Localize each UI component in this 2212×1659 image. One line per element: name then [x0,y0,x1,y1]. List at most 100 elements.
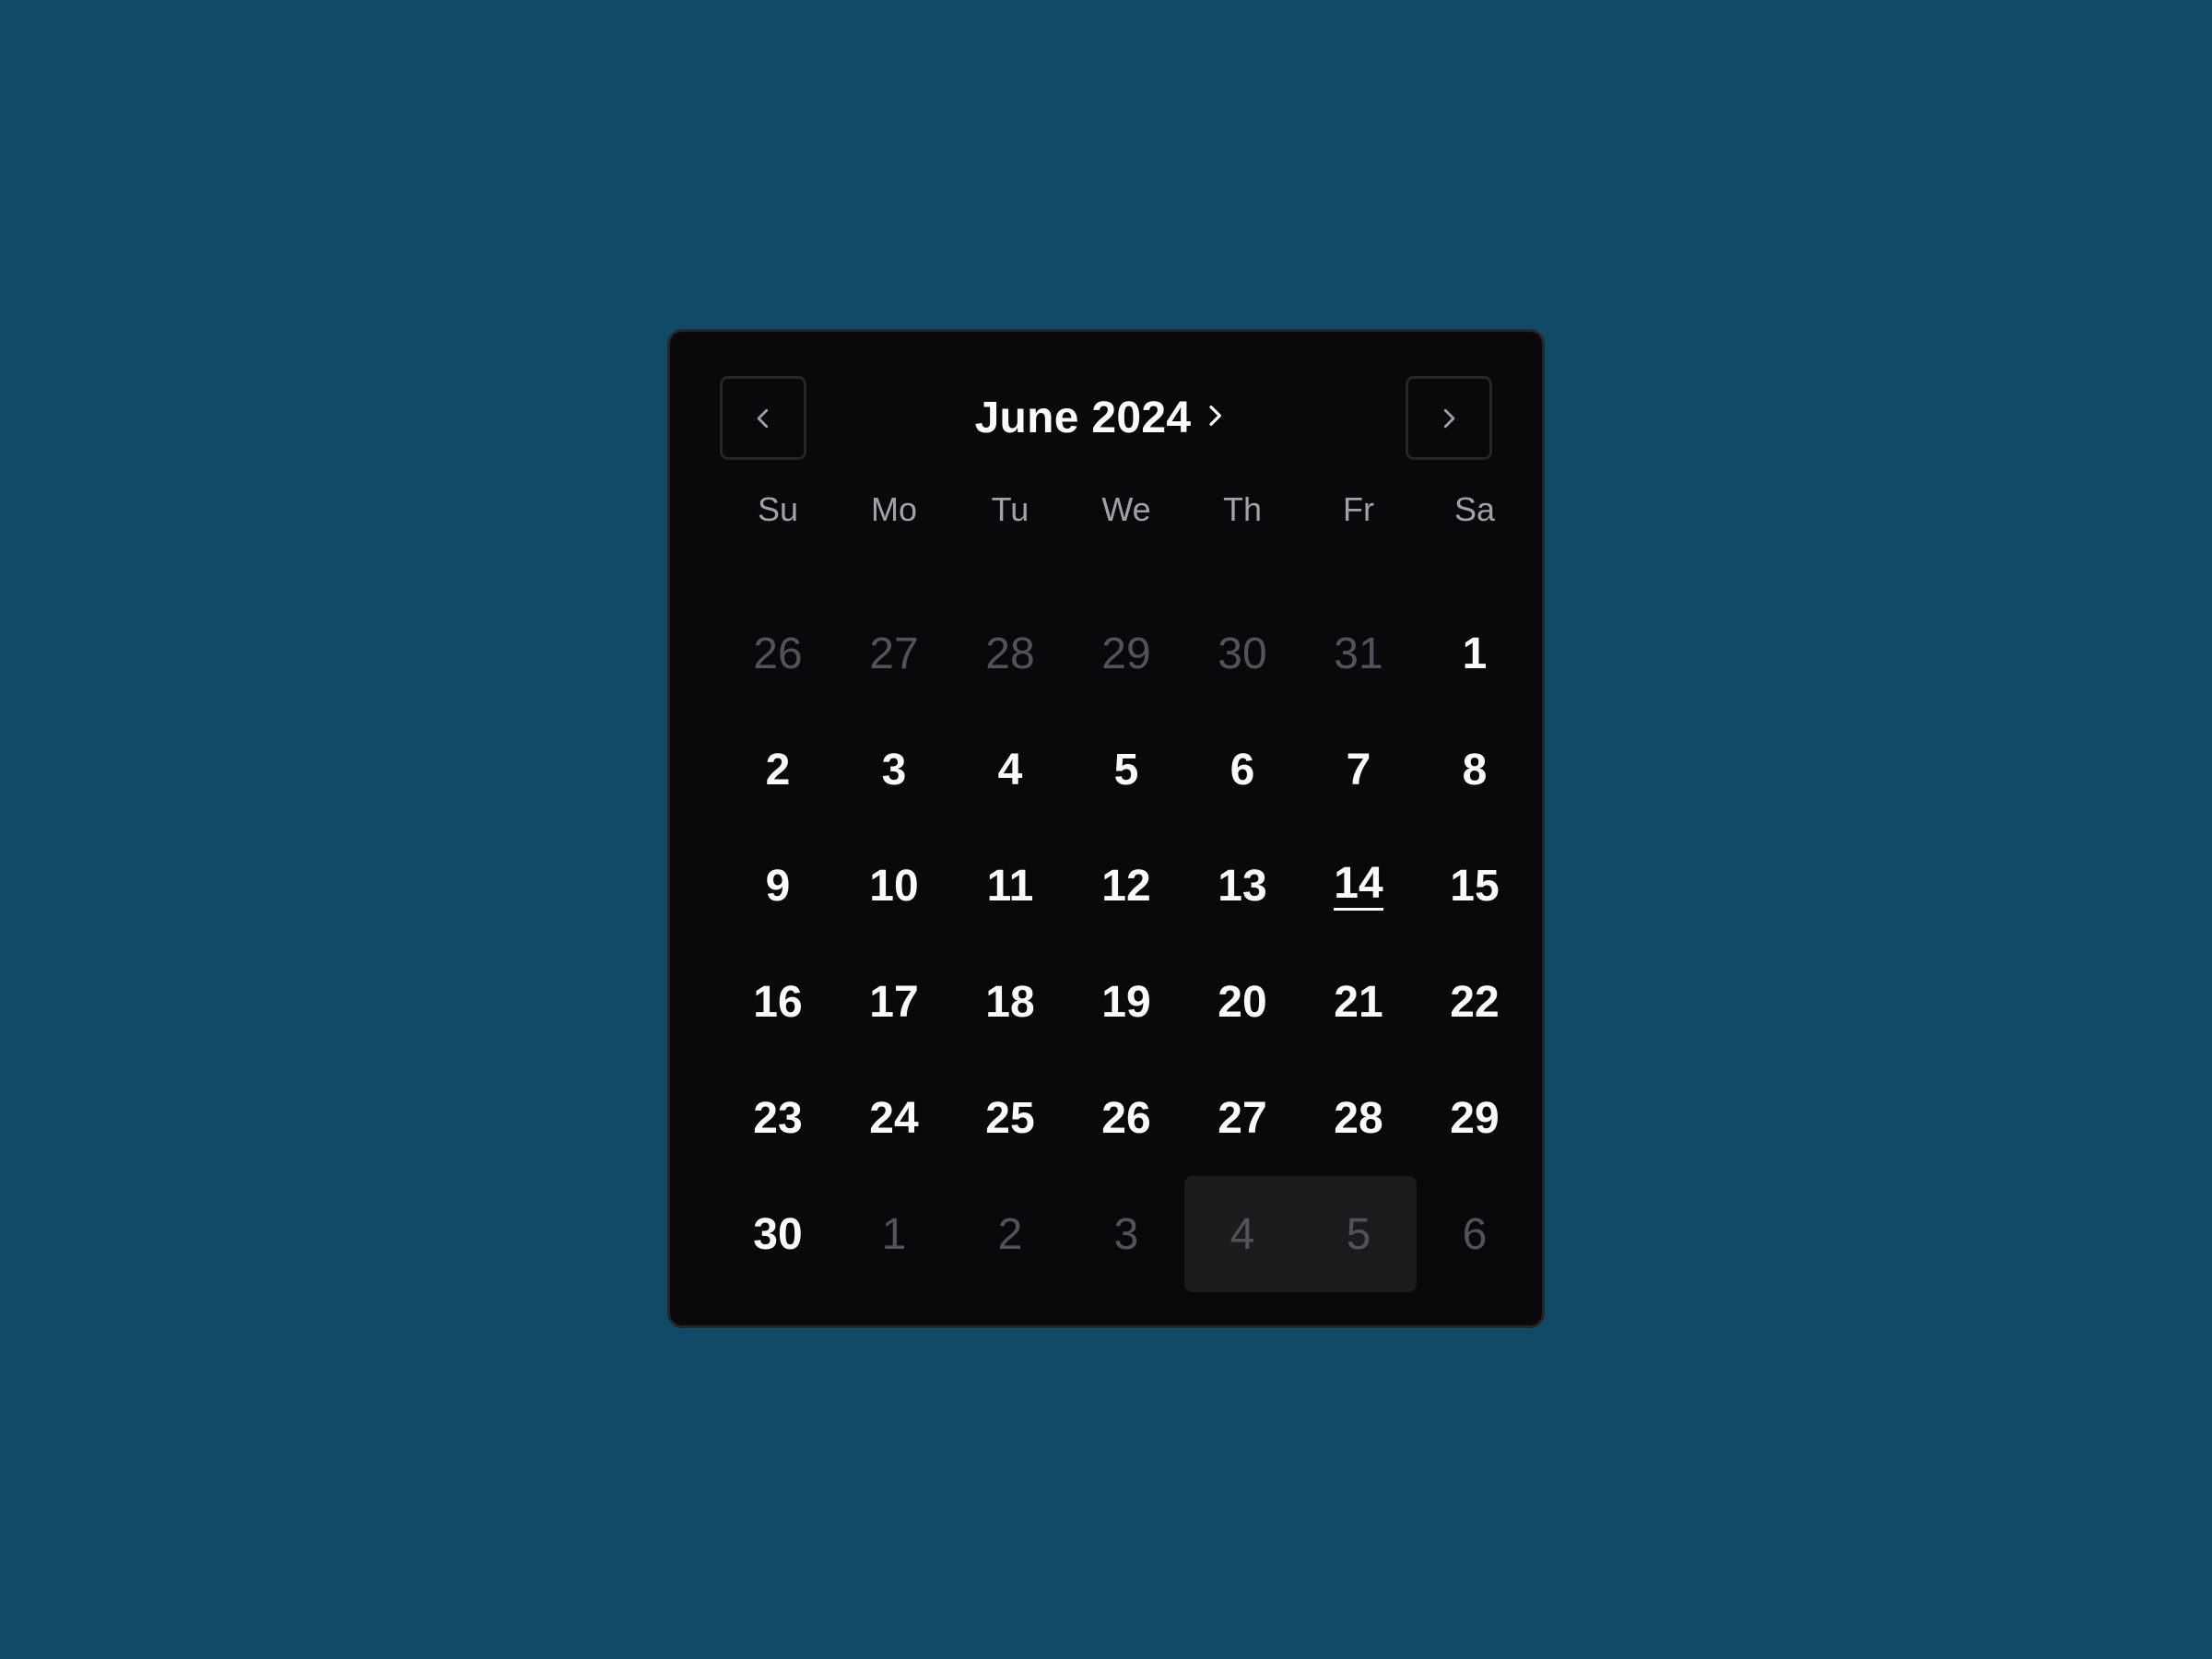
day-cell[interactable]: 13 [1184,828,1300,944]
weekday-label: Tu [991,490,1030,528]
day-number: 7 [1346,745,1371,794]
day-number: 10 [869,861,919,911]
day-cell-outside[interactable]: 31 [1300,595,1417,712]
weekday-label: We [1101,490,1151,528]
day-number: 28 [1334,1093,1383,1143]
day-cell-outside[interactable]: 6 [1417,1176,1533,1292]
day-number: 26 [1101,1093,1151,1143]
day-number: 27 [1218,1093,1267,1143]
day-number: 14 [1334,860,1383,911]
day-cell[interactable]: 5 [1068,712,1184,828]
day-cell[interactable]: 25 [952,1060,1068,1176]
day-cell[interactable]: 27 [1184,1060,1300,1176]
day-cell[interactable]: 16 [720,944,836,1060]
day-number: 2 [765,745,791,794]
day-number: 29 [1450,1093,1500,1143]
day-number: 3 [1113,1209,1139,1259]
day-cell[interactable]: 7 [1300,712,1417,828]
day-number: 9 [765,861,791,911]
day-cell[interactable]: 11 [952,828,1068,944]
day-number: 4 [997,745,1023,794]
day-cell[interactable]: 6 [1184,712,1300,828]
week-row: 9 10 11 12 13 14 15 [720,828,1533,944]
day-cell[interactable]: 8 [1417,712,1533,828]
day-cell[interactable]: 10 [836,828,952,944]
day-cell[interactable]: 2 [720,712,836,828]
week-row: 30 1 2 3 4 5 6 [720,1176,1533,1292]
day-number: 13 [1218,861,1267,911]
day-cell[interactable]: 12 [1068,828,1184,944]
day-cell[interactable]: 4 [952,712,1068,828]
day-number: 26 [753,629,803,678]
day-number: 18 [985,977,1035,1027]
day-number: 25 [985,1093,1035,1143]
day-number: 17 [869,977,919,1027]
day-cell-today[interactable]: 14 [1300,828,1417,944]
day-number: 22 [1450,977,1500,1027]
day-cell-outside[interactable]: 26 [720,595,836,712]
day-number: 29 [1101,629,1151,678]
day-number: 8 [1462,745,1488,794]
day-cell[interactable]: 18 [952,944,1068,1060]
day-number: 5 [1113,745,1139,794]
chevron-right-icon [1443,408,1455,428]
day-number: 20 [1218,977,1267,1027]
day-cell[interactable]: 20 [1184,944,1300,1060]
day-cell-outside[interactable]: 27 [836,595,952,712]
day-number: 1 [881,1209,907,1259]
day-number: 11 [986,861,1034,911]
day-number: 21 [1334,977,1383,1027]
day-number: 19 [1101,977,1151,1027]
day-cell[interactable]: 17 [836,944,952,1060]
day-cell[interactable]: 21 [1300,944,1417,1060]
day-cell[interactable]: 3 [836,712,952,828]
day-cell[interactable]: 28 [1300,1060,1417,1176]
day-number: 4 [1230,1209,1255,1259]
day-cell[interactable]: 30 [720,1176,836,1292]
day-cell[interactable]: 26 [1068,1060,1184,1176]
day-cell-outside[interactable]: 29 [1068,595,1184,712]
day-cell[interactable]: 29 [1417,1060,1533,1176]
next-month-button[interactable] [1406,376,1492,460]
day-number: 2 [997,1209,1023,1259]
day-number: 1 [1462,629,1488,678]
day-cell-outside[interactable]: 2 [952,1176,1068,1292]
day-cell[interactable]: 24 [836,1060,952,1176]
week-row: 2 3 4 5 6 7 8 [720,712,1533,828]
weekday-label: Fr [1343,490,1374,528]
day-cell[interactable]: 9 [720,828,836,944]
day-number: 27 [869,629,919,678]
day-number: 6 [1230,745,1255,794]
day-cell-outside[interactable]: 28 [952,595,1068,712]
day-number: 15 [1450,861,1500,911]
weekday-label: Th [1222,490,1262,528]
day-number: 12 [1101,861,1151,911]
day-cell[interactable]: 15 [1417,828,1533,944]
day-cell-outside[interactable]: 3 [1068,1176,1184,1292]
day-cell[interactable]: 19 [1068,944,1184,1060]
day-number: 6 [1462,1209,1488,1259]
month-year-dropdown-button[interactable]: June 2024 [975,393,1230,443]
day-number: 16 [753,977,803,1027]
day-cell[interactable]: 22 [1417,944,1533,1060]
day-number: 23 [753,1093,803,1143]
calendar-popover: June 2024 Su Mo Tu We Th Fr Sa 26 27 28 29 30 31 1 2 3… [667,329,1545,1328]
day-number: 3 [881,745,907,794]
week-row: 26 27 28 29 30 31 1 [720,595,1533,712]
day-number: 30 [1218,629,1267,678]
week-row: 16 17 18 19 20 21 22 [720,944,1533,1060]
day-cell-outside[interactable]: 30 [1184,595,1300,712]
day-cell-outside[interactable]: 5 [1300,1176,1417,1292]
chevron-right-icon [1209,405,1222,426]
weekday-label: Sa [1453,490,1496,528]
day-number: 30 [753,1209,803,1259]
day-number: 31 [1334,629,1383,678]
day-cell-outside[interactable]: 1 [836,1176,952,1292]
month-year-label: June 2024 [974,394,1192,442]
day-cell[interactable]: 1 [1417,595,1533,712]
day-cell[interactable]: 23 [720,1060,836,1176]
weekday-label: Su [757,490,799,528]
weekday-label: Mo [870,490,917,528]
day-cell-outside[interactable]: 4 [1184,1176,1300,1292]
day-number: 28 [985,629,1035,678]
